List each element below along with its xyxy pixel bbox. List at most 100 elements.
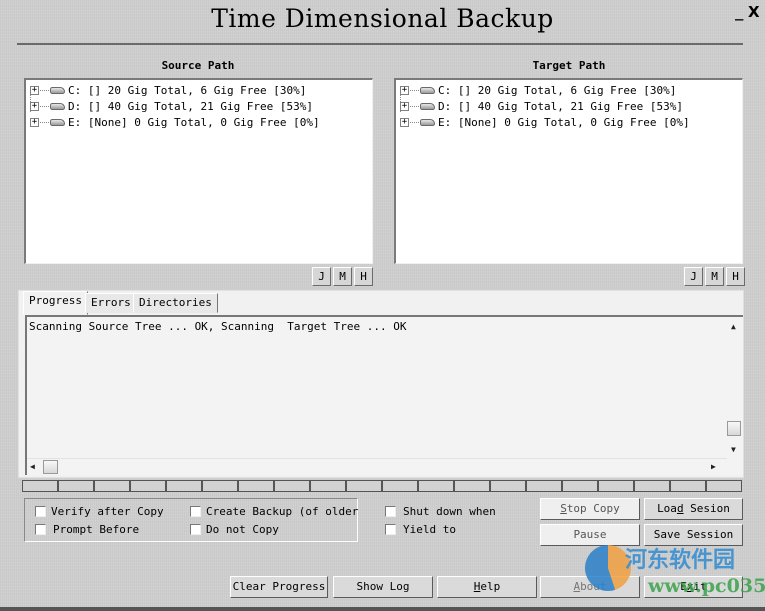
target-h-button[interactable]: H bbox=[726, 267, 745, 286]
progress-segment bbox=[130, 480, 166, 492]
progress-segment bbox=[454, 480, 490, 492]
expand-icon[interactable]: + bbox=[30, 101, 39, 111]
checkbox-label: Prompt Before bbox=[53, 523, 140, 536]
expand-icon[interactable]: + bbox=[30, 85, 39, 95]
scroll-up-icon[interactable]: ▲ bbox=[731, 322, 736, 331]
progress-segment bbox=[22, 480, 58, 492]
show-log-button[interactable]: Show Log bbox=[333, 576, 433, 598]
checkbox-icon[interactable] bbox=[35, 506, 46, 517]
drive-label: E: [None] 0 Gig Total, 0 Gig Free [0%] bbox=[68, 115, 320, 129]
progress-segment bbox=[562, 480, 598, 492]
tree-item-drive-e[interactable]: + E: [None] 0 Gig Total, 0 Gig Free [0%] bbox=[30, 114, 368, 130]
drive-label: D: [] 40 Gig Total, 21 Gig Free [53%] bbox=[438, 99, 684, 113]
scroll-down-icon[interactable]: ▼ bbox=[731, 445, 736, 454]
expand-icon[interactable]: + bbox=[400, 85, 409, 95]
progress-segment bbox=[58, 480, 94, 492]
expand-icon[interactable]: + bbox=[30, 117, 39, 127]
progress-segment bbox=[274, 480, 310, 492]
button-label: Sesion bbox=[683, 502, 730, 515]
progress-segment bbox=[598, 480, 634, 492]
hard-drive-icon bbox=[420, 118, 435, 126]
minimize-button[interactable]: _ bbox=[735, 5, 743, 21]
tree-item-drive-c[interactable]: + C: [] 20 Gig Total, 6 Gig Free [30%] bbox=[30, 82, 368, 98]
tab-errors[interactable]: Errors bbox=[85, 293, 137, 313]
tree-item-drive-c[interactable]: + C: [] 20 Gig Total, 6 Gig Free [30%] bbox=[400, 82, 738, 98]
verify-after-copy-checkbox[interactable]: Verify after Copy bbox=[35, 505, 164, 518]
target-tree[interactable]: + C: [] 20 Gig Total, 6 Gig Free [30%] +… bbox=[394, 78, 743, 264]
checkbox-label: Verify after Copy bbox=[51, 505, 164, 518]
title-divider bbox=[17, 43, 743, 45]
vertical-scroll-thumb[interactable] bbox=[727, 421, 741, 436]
do-not-copy-checkbox[interactable]: Do not Copy bbox=[190, 523, 279, 536]
app-title: Time Dimensional Backup bbox=[211, 4, 554, 33]
checkbox-icon[interactable] bbox=[385, 506, 396, 517]
checkbox-icon[interactable] bbox=[190, 506, 201, 517]
log-text: Scanning Source Tree ... OK, Scanning Ta… bbox=[29, 320, 407, 333]
tree-item-drive-e[interactable]: + E: [None] 0 Gig Total, 0 Gig Free [0%] bbox=[400, 114, 738, 130]
create-backup-checkbox[interactable]: Create Backup (of older bbox=[190, 505, 358, 518]
hard-drive-icon bbox=[50, 118, 65, 126]
tree-connector bbox=[40, 105, 49, 107]
source-m-button[interactable]: M bbox=[333, 267, 352, 286]
checkbox-icon[interactable] bbox=[385, 524, 396, 535]
mnemonic: S bbox=[560, 502, 567, 515]
hard-drive-icon bbox=[420, 102, 435, 110]
tree-connector bbox=[410, 121, 419, 123]
progress-segment bbox=[382, 480, 418, 492]
progress-segment bbox=[706, 480, 742, 492]
mnemonic: d bbox=[676, 502, 684, 515]
tab-progress[interactable]: Progress bbox=[23, 291, 88, 315]
expand-icon[interactable]: + bbox=[400, 101, 409, 111]
checkbox-label: Yield to bbox=[403, 523, 456, 536]
tree-connector bbox=[40, 89, 49, 91]
watermark-site-name: 河东软件园 bbox=[625, 548, 736, 573]
drive-label: C: [] 20 Gig Total, 6 Gig Free [30%] bbox=[68, 83, 307, 97]
log-output[interactable]: Scanning Source Tree ... OK, Scanning Ta… bbox=[25, 315, 743, 475]
drive-label: D: [] 40 Gig Total, 21 Gig Free [53%] bbox=[68, 99, 314, 113]
progress-segment bbox=[346, 480, 382, 492]
progress-segment bbox=[238, 480, 274, 492]
source-j-button[interactable]: J bbox=[312, 267, 331, 286]
progress-segment bbox=[94, 480, 130, 492]
checkbox-icon[interactable] bbox=[190, 524, 201, 535]
tree-item-drive-d[interactable]: + D: [] 40 Gig Total, 21 Gig Free [53%] bbox=[30, 98, 368, 114]
progress-segment bbox=[490, 480, 526, 492]
stop-copy-button[interactable]: Stop Copy bbox=[540, 498, 640, 520]
tree-connector bbox=[410, 105, 419, 107]
progress-segment bbox=[670, 480, 706, 492]
source-tree[interactable]: + C: [] 20 Gig Total, 6 Gig Free [30%] +… bbox=[24, 78, 373, 264]
scroll-right-icon[interactable]: ▶ bbox=[711, 462, 716, 471]
progress-segment bbox=[310, 480, 346, 492]
tree-item-drive-d[interactable]: + D: [] 40 Gig Total, 21 Gig Free [53%] bbox=[400, 98, 738, 114]
load-session-button[interactable]: Load Sesion bbox=[644, 498, 743, 520]
close-button[interactable]: X bbox=[748, 3, 760, 21]
tree-connector bbox=[40, 121, 49, 123]
tab-directories[interactable]: Directories bbox=[133, 293, 218, 313]
prompt-before-checkbox[interactable]: Prompt Before bbox=[35, 523, 139, 536]
progress-bar bbox=[22, 480, 742, 492]
watermark-url: www.pc0359.cn bbox=[648, 575, 765, 597]
bottom-border bbox=[0, 607, 765, 611]
expand-icon[interactable]: + bbox=[400, 117, 409, 127]
source-h-button[interactable]: H bbox=[354, 267, 373, 286]
progress-segment bbox=[526, 480, 562, 492]
tab-panel: Progress Errors Directories Scanning Sou… bbox=[18, 290, 744, 478]
drive-label: E: [None] 0 Gig Total, 0 Gig Free [0%] bbox=[438, 115, 690, 129]
progress-segment bbox=[634, 480, 670, 492]
scroll-left-icon[interactable]: ◀ bbox=[30, 462, 35, 471]
hard-drive-icon bbox=[420, 86, 435, 94]
clear-progress-button[interactable]: Clear Progress bbox=[230, 576, 328, 598]
shut-down-when-checkbox[interactable]: Shut down when bbox=[385, 505, 496, 518]
horizontal-scroll-thumb[interactable] bbox=[43, 460, 58, 474]
hard-drive-icon bbox=[50, 102, 65, 110]
yield-to-checkbox[interactable]: Yield to bbox=[385, 523, 456, 536]
target-m-button[interactable]: M bbox=[705, 267, 724, 286]
help-button[interactable]: Help bbox=[437, 576, 537, 598]
target-j-button[interactable]: J bbox=[684, 267, 703, 286]
horizontal-scrollbar[interactable]: ◀ ▶ bbox=[27, 458, 727, 475]
progress-segment bbox=[418, 480, 454, 492]
checkbox-label: Shut down when bbox=[403, 505, 496, 518]
checkbox-icon[interactable] bbox=[35, 524, 46, 535]
vertical-scrollbar[interactable]: ▲ ▼ bbox=[726, 317, 743, 457]
hard-drive-icon bbox=[50, 86, 65, 94]
